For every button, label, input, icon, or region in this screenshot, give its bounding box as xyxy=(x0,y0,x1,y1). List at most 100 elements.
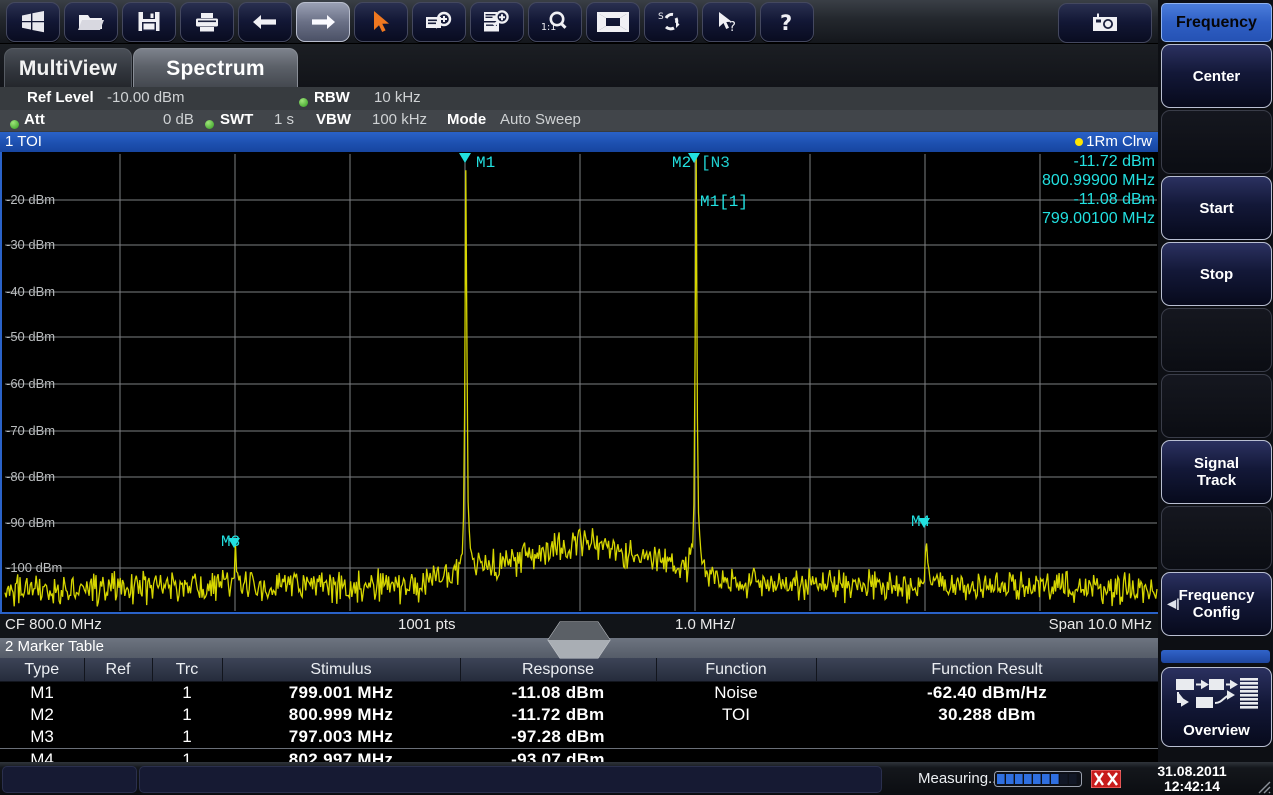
settings-row-1: Ref Level -10.00 dBm RBW 10 kHz xyxy=(0,89,1158,110)
print-icon[interactable] xyxy=(180,1,234,42)
multi-zoom-icon[interactable] xyxy=(470,1,524,42)
datetime-display: 31.08.2011 12:42:14 xyxy=(1137,764,1247,794)
context-help-icon[interactable]: ? xyxy=(702,1,756,42)
softkey-frequency-config[interactable]: ◀| Frequency Config xyxy=(1161,572,1272,636)
svg-text:1:1: 1:1 xyxy=(541,22,556,33)
measuring-status-label: Measuring... xyxy=(918,770,1001,787)
mode-label: Mode xyxy=(447,111,487,128)
marker-readout-line-3: -11.08 dBm xyxy=(1073,191,1155,208)
svg-text:?: ? xyxy=(729,20,736,34)
cell-function: Noise xyxy=(656,681,816,704)
window-tab-bar: MultiView Spectrum xyxy=(0,44,1158,88)
status-date: 31.08.2011 xyxy=(1157,763,1227,779)
trace-window-title-bar[interactable]: 1 TOI 1Rm Clrw xyxy=(0,132,1158,152)
softkey-start-label: Start xyxy=(1199,199,1234,217)
cell-response: -11.72 dBm xyxy=(460,704,656,726)
softkey-start[interactable]: Start xyxy=(1161,176,1272,240)
cell-trc: 1 xyxy=(152,681,222,704)
per-division-label[interactable]: 1.0 MHz/ xyxy=(675,616,735,633)
ytick-label-4: -50 dBm xyxy=(6,329,56,344)
softkey-signal-track-label: Signal Track xyxy=(1193,455,1239,489)
main-toolbar: 1:1 S ? ? xyxy=(0,0,1158,44)
vbw-value[interactable]: 100 kHz xyxy=(372,111,427,128)
zoom-add-icon[interactable] xyxy=(412,1,466,42)
softkey-scroll-indicator[interactable] xyxy=(1161,650,1270,663)
softkey-signal-track[interactable]: Signal Track xyxy=(1161,440,1272,504)
span-label[interactable]: Span 10.0 MHz xyxy=(1049,616,1152,633)
center-frequency-label[interactable]: CF 800.0 MHz xyxy=(5,616,102,633)
tab-multiview[interactable]: MultiView xyxy=(4,48,132,88)
svg-text:?: ? xyxy=(780,11,792,34)
marker-label-m1: M1 xyxy=(476,154,496,172)
swt-value[interactable]: 1 s xyxy=(274,111,294,128)
trace-window-title: 1 TOI xyxy=(5,133,42,150)
marker-readout-panel: -11.72 dBm 800.99900 MHz -11.08 dBm 799.… xyxy=(1042,152,1155,228)
zoom-one-to-one-icon[interactable]: 1:1 xyxy=(528,1,582,42)
measurement-progress-bar xyxy=(994,771,1082,787)
windows-start-icon[interactable] xyxy=(6,1,60,42)
softkey-empty-1[interactable] xyxy=(1161,110,1272,174)
att-status-dot xyxy=(10,119,19,129)
table-row[interactable]: M2 1 800.999 MHz -11.72 dBm TOI 30.288 d… xyxy=(0,704,1158,726)
cursor-select-icon[interactable] xyxy=(354,1,408,42)
status-panel-message[interactable] xyxy=(139,766,882,793)
marker-label-m2-func: [N3 xyxy=(701,154,730,172)
att-label: Att xyxy=(24,111,45,128)
cell-function xyxy=(656,726,816,749)
settings-row-2: Att 0 dB SWT 1 s VBW 100 kHz Mode Auto S… xyxy=(0,110,1158,131)
trace-mode-indicator: 1Rm Clrw xyxy=(1075,133,1152,150)
sweep-points-label[interactable]: 1001 pts xyxy=(398,616,456,633)
open-folder-icon[interactable] xyxy=(64,1,118,42)
spectrum-plot[interactable]: -11.72 dBm 800.99900 MHz -11.08 dBm 799.… xyxy=(0,152,1160,612)
ref-level-label: Ref Level xyxy=(27,89,94,106)
marker-label-m1-ref: M1[1] xyxy=(700,193,749,211)
measurement-error-icon[interactable] xyxy=(1091,770,1121,788)
overview-button[interactable]: Overview xyxy=(1161,667,1272,747)
undo-arrow-icon[interactable] xyxy=(238,1,292,42)
redo-arrow-icon[interactable] xyxy=(296,1,350,42)
att-value[interactable]: 0 dB xyxy=(163,111,194,128)
softkey-stop[interactable]: Stop xyxy=(1161,242,1272,306)
softkey-empty-4[interactable] xyxy=(1161,506,1272,570)
tab-spectrum[interactable]: Spectrum xyxy=(133,48,298,88)
cell-response: -11.08 dBm xyxy=(460,681,656,704)
table-row[interactable]: M3 1 797.003 MHz -97.28 dBm xyxy=(0,726,1158,749)
rbw-label: RBW xyxy=(314,89,350,106)
ytick-label-7: -80 dBm xyxy=(6,469,56,484)
softkey-stop-label: Stop xyxy=(1199,265,1234,283)
status-panel-left[interactable] xyxy=(2,766,137,793)
softkey-empty-2[interactable] xyxy=(1161,308,1272,372)
ytick-label-5: -60 dBm xyxy=(6,376,56,391)
resize-grip-icon[interactable] xyxy=(1255,778,1271,794)
ref-level-value[interactable]: -10.00 dBm xyxy=(107,89,185,106)
ytick-label-3: -40 dBm xyxy=(6,284,56,299)
ytick-label-9: -100 dBm xyxy=(6,560,63,575)
softkey-empty-3[interactable] xyxy=(1161,374,1272,438)
cell-function-result: 30.288 dBm xyxy=(816,704,1158,726)
softkey-center[interactable]: Center xyxy=(1161,44,1272,108)
help-icon[interactable]: ? xyxy=(760,1,814,42)
tab-multiview-label: MultiView xyxy=(18,56,118,80)
cell-stimulus: 797.003 MHz xyxy=(222,726,460,749)
spectrum-analyzer-window: 1:1 S ? ? MultiView Spectrum Ref Level -… xyxy=(0,0,1273,795)
cell-ref xyxy=(84,704,152,726)
fullscreen-icon[interactable] xyxy=(586,1,640,42)
marker-label-m4: M4 xyxy=(911,513,931,531)
table-row[interactable]: M1 1 799.001 MHz -11.08 dBm Noise -62.40… xyxy=(0,681,1158,704)
cell-type: M2 xyxy=(0,704,84,726)
plot-canvas xyxy=(2,152,1160,612)
marker-label-m2: M2 xyxy=(672,154,692,172)
save-disk-icon[interactable] xyxy=(122,1,176,42)
overview-button-label: Overview xyxy=(1183,721,1250,739)
overview-diagram-icon xyxy=(1175,677,1258,709)
screenshot-camera-icon[interactable] xyxy=(1058,3,1152,43)
marker-table: Type Ref Trc Stimulus Response Function … xyxy=(0,658,1159,771)
col-header-function: Function xyxy=(656,658,817,682)
rbw-value[interactable]: 10 kHz xyxy=(374,89,421,106)
mode-value[interactable]: Auto Sweep xyxy=(500,111,581,128)
col-header-type: Type xyxy=(0,658,85,682)
cell-trc: 1 xyxy=(152,704,222,726)
scroll-handle[interactable] xyxy=(546,620,612,660)
cell-type: M1 xyxy=(0,681,84,704)
sequencer-icon[interactable]: S xyxy=(644,1,698,42)
